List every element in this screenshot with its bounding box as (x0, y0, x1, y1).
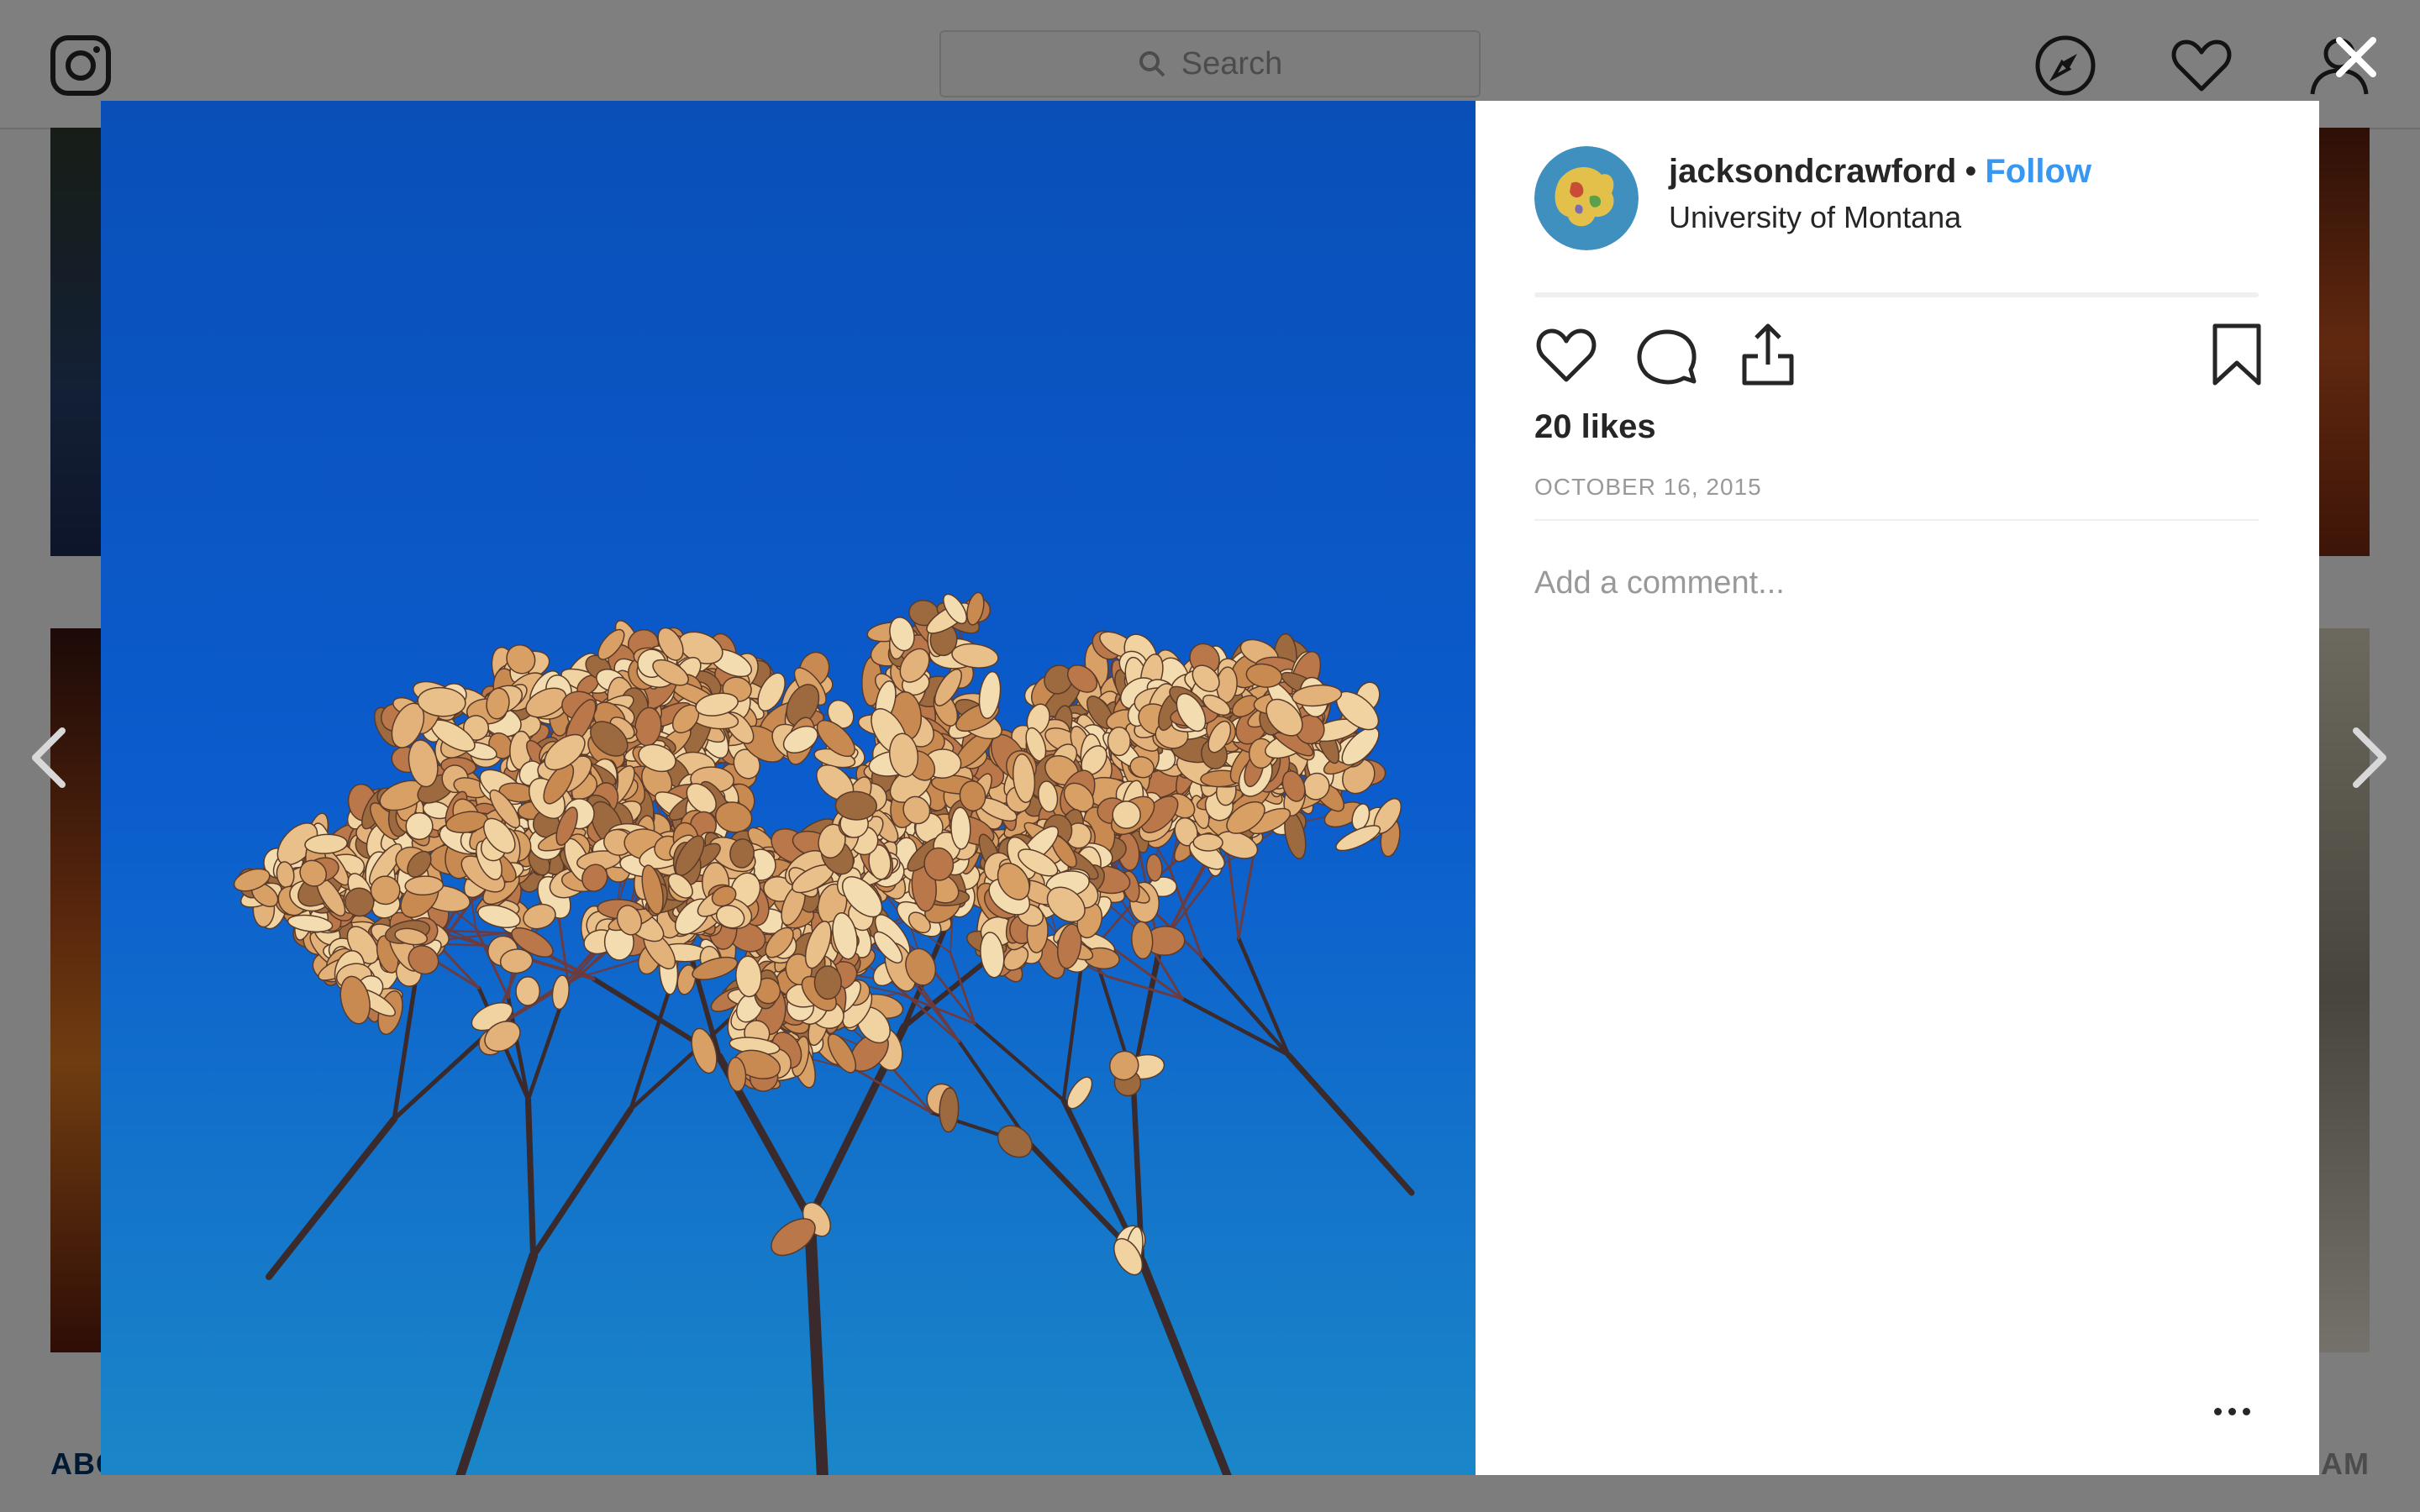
location-link[interactable]: University of Montana (1669, 200, 1961, 235)
comments-divider (1534, 519, 2259, 521)
chevron-right-icon[interactable] (2349, 726, 2390, 790)
comment-input[interactable] (1534, 559, 2259, 606)
avatar[interactable] (1534, 146, 1639, 250)
photo-leaf (1107, 726, 1131, 757)
likes-count[interactable]: 20 likes (1534, 408, 1656, 446)
ellipsis-dot (2213, 1407, 2222, 1415)
ellipsis-dot (2242, 1407, 2250, 1415)
chevron-left-icon[interactable] (29, 726, 69, 790)
ellipsis-dot (2228, 1407, 2236, 1415)
separator-dot: • (1965, 153, 1977, 190)
post-date: OCTOBER 16, 2015 (1534, 474, 1762, 500)
bookmark-icon[interactable] (2205, 323, 2269, 386)
post-photo[interactable] (101, 101, 1476, 1475)
follow-button[interactable]: Follow (1985, 153, 2091, 190)
username-link[interactable]: jacksondcrawford (1669, 153, 1956, 190)
close-icon[interactable] (2333, 34, 2380, 81)
ellipsis-icon[interactable] (2205, 1394, 2259, 1428)
avatar-globe-icon (1534, 146, 1639, 250)
share-icon[interactable] (1736, 323, 1800, 386)
heart-outline-icon[interactable] (1534, 323, 1598, 386)
photo-leaf (813, 965, 842, 1000)
photo-leaf (1112, 801, 1141, 829)
post-photo-image (101, 101, 1476, 1475)
post-author-line: jacksondcrawford • Follow (1669, 153, 2091, 191)
photo-leaf (515, 976, 540, 1006)
post-details-panel: jacksondcrawford • Follow University of Mo… (1476, 101, 2319, 1475)
post-modal: jacksondcrawford • Follow University of Mo… (101, 101, 2319, 1475)
speech-bubble-icon[interactable] (1635, 323, 1699, 386)
header-divider (1534, 292, 2259, 297)
photo-leaf (1192, 833, 1223, 852)
